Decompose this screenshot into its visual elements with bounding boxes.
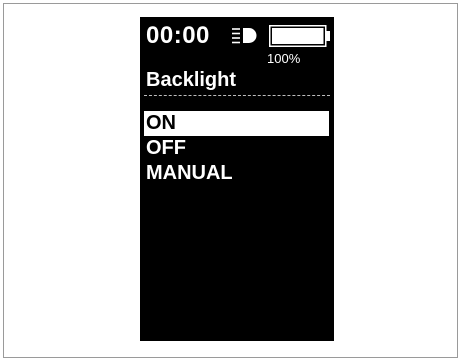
menu-item-on[interactable]: ON <box>144 111 329 136</box>
screen-title: Backlight <box>146 69 237 91</box>
title-divider <box>144 95 330 96</box>
backlight-menu: ON OFF MANUAL <box>140 111 334 186</box>
menu-item-off[interactable]: OFF <box>144 136 329 161</box>
light-beam-icon <box>232 28 257 44</box>
device-screen: 00:00 100% Backlight ON OFF MANUAL <box>140 17 334 341</box>
clock-time: 00:00 <box>146 22 210 49</box>
battery-percent: 100% <box>267 51 301 66</box>
menu-item-manual[interactable]: MANUAL <box>144 161 329 186</box>
battery-icon <box>269 25 330 47</box>
